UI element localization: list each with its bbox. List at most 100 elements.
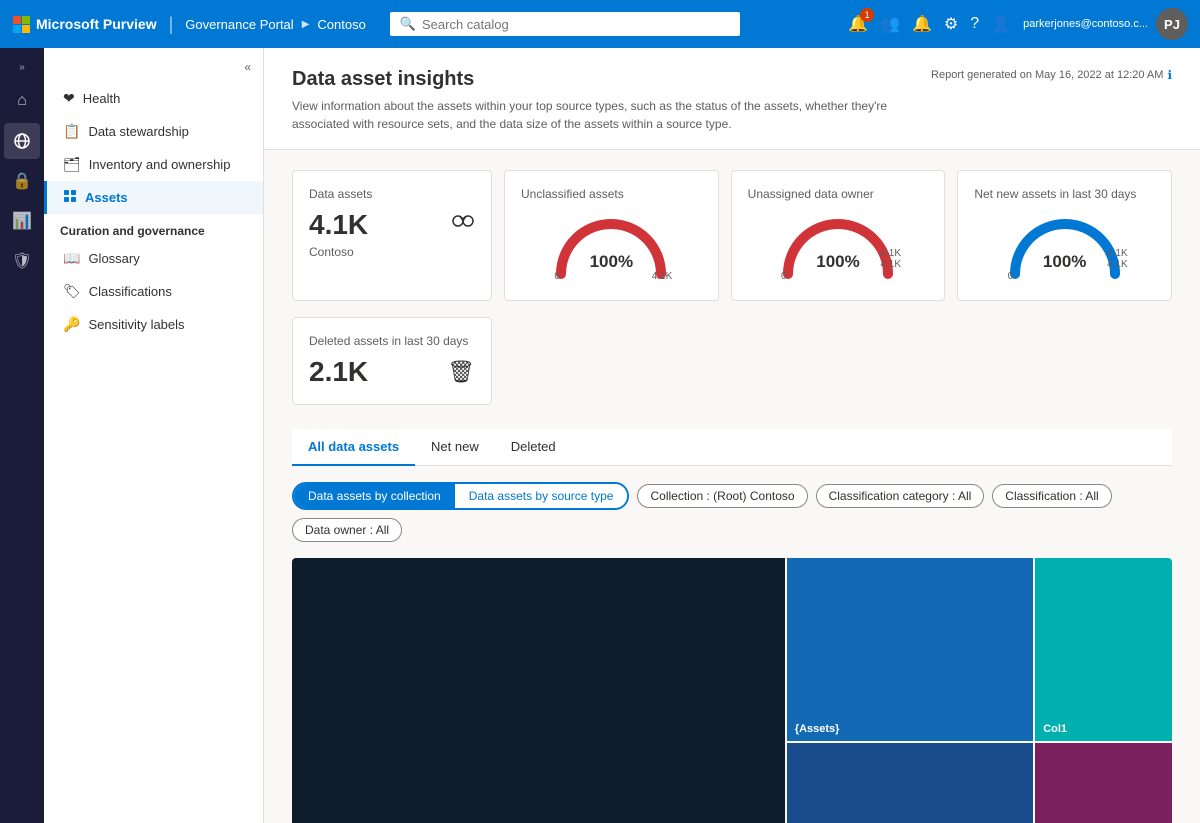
classifications-icon: 🏷 — [63, 283, 81, 300]
feedback-icon[interactable]: 👤 — [991, 14, 1011, 34]
page-description: View information about the assets within… — [292, 97, 931, 133]
netnew-gauge-card: Net new assets in last 30 days 100% 0 4.… — [957, 170, 1172, 301]
netnew-gauge-svg — [1000, 209, 1130, 284]
breadcrumb-chevron: ▶ — [302, 19, 310, 30]
rail-expand-button[interactable]: » — [13, 56, 31, 79]
treemap-cell-mastercollection[interactable]: MasterCollection — [292, 558, 785, 823]
treemap-cell-col1[interactable]: Col1 — [1035, 558, 1172, 741]
unclassified-label: Unclassified assets — [521, 187, 624, 201]
data-stewardship-icon: 📋 — [63, 123, 80, 140]
curation-group-label: Curation and governance — [44, 214, 263, 242]
sidebar-item-assets[interactable]: Assets — [44, 181, 263, 214]
health-icon: ❤ — [63, 90, 75, 107]
classification-filter-chip[interactable]: Classification : All — [992, 484, 1111, 508]
tenant-label: Contoso — [317, 17, 365, 32]
user-info[interactable]: parkerjones@contoso.c... PJ — [1023, 8, 1188, 40]
portal-label: Governance Portal — [185, 17, 293, 32]
sidebar: « ❤ Health 📋 Data stewardship 🗂 Inventor… — [44, 48, 264, 823]
sidebar-item-sensitivity-labels[interactable]: 🔑 Sensitivity labels — [44, 308, 263, 341]
unassigned-min: 0 — [781, 271, 787, 282]
rail-catalog-icon[interactable] — [4, 123, 40, 159]
tab-all-data-assets[interactable]: All data assets — [292, 429, 415, 466]
assets-icon — [63, 189, 77, 206]
sidebar-inventory-label: Inventory and ownership — [89, 157, 231, 172]
sidebar-collapse-area: « — [44, 52, 263, 82]
netnew-max: 4.1K 4.1K — [1107, 248, 1128, 270]
rail-home-icon[interactable]: ⌂ — [4, 83, 40, 119]
content-area: Data assets 4.1K Contoso — [264, 150, 1200, 823]
rail-policy-icon[interactable]: 🔒 — [4, 163, 40, 199]
sidebar-item-health[interactable]: ❤ Health — [44, 82, 263, 115]
netnew-min: 0 — [1008, 271, 1014, 282]
sidebar-glossary-label: Glossary — [88, 251, 139, 266]
users-icon[interactable]: 👥 — [880, 14, 900, 34]
deleted-value: 2.1K — [309, 356, 368, 388]
treemap-cell-col2[interactable]: Col2 — [787, 743, 1033, 823]
sidebar-item-classifications[interactable]: 🏷 Classifications — [44, 275, 263, 308]
sidebar-item-inventory[interactable]: 🗂 Inventory and ownership — [44, 148, 263, 181]
help-icon[interactable]: ? — [970, 15, 979, 33]
info-icon[interactable]: ℹ — [1167, 68, 1172, 82]
main-content: Data asset insights View information abo… — [264, 48, 1200, 823]
unclassified-pct: 100% — [590, 252, 633, 272]
unclassified-max: 4.1K — [652, 271, 673, 282]
sidebar-classifications-label: Classifications — [89, 284, 172, 299]
top-navigation: Microsoft Purview | Governance Portal ▶ … — [0, 0, 1200, 48]
sidebar-item-glossary[interactable]: 📖 Glossary — [44, 242, 263, 275]
sidebar-health-label: Health — [83, 91, 121, 106]
unassigned-gauge-svg — [773, 209, 903, 284]
user-avatar[interactable]: PJ — [1156, 8, 1188, 40]
app-layout: » ⌂ 🔒 📊 🛡 « ❤ Health 📋 Data stewardship … — [0, 48, 1200, 823]
sidebar-assets-label: Assets — [85, 190, 128, 205]
user-email: parkerjones@contoso.c... — [1023, 18, 1148, 30]
sidebar-collapse-button[interactable]: « — [240, 56, 255, 78]
unassigned-pct: 100% — [816, 252, 859, 272]
data-assets-sub: Contoso — [309, 245, 475, 259]
classification-category-filter-chip[interactable]: Classification category : All — [816, 484, 985, 508]
glossary-icon: 📖 — [63, 250, 80, 267]
tab-net-new[interactable]: Net new — [415, 429, 495, 466]
notification-badge: 1 — [860, 8, 874, 22]
deleted-row: Deleted assets in last 30 days 2.1K 🗑 — [292, 317, 1172, 405]
treemap-chart[interactable]: MasterCollection {Assets} Col1 Col2 enti… — [292, 558, 1172, 823]
collection-filter-chip[interactable]: Collection : (Root) Contoso — [637, 484, 807, 508]
tab-bar: All data assets Net new Deleted — [292, 429, 1172, 466]
inventory-icon: 🗂 — [63, 156, 81, 173]
treemap-cell-entity2[interactable]: entitytestmove2 — [1035, 743, 1172, 823]
treemap-cell-assets[interactable]: {Assets} — [787, 558, 1033, 741]
tab-deleted[interactable]: Deleted — [495, 429, 572, 466]
unassigned-label: Unassigned data owner — [748, 187, 874, 201]
notification-icon[interactable]: 🔔 1 — [848, 14, 868, 34]
app-brand: Microsoft Purview — [12, 15, 157, 33]
catalog-svg — [13, 132, 31, 150]
alert-icon[interactable]: 🔔 — [912, 14, 932, 34]
sidebar-sensitivity-label: Sensitivity labels — [88, 317, 184, 332]
rail-admin-icon[interactable]: 🛡 — [4, 243, 40, 279]
rail-insights-icon[interactable]: 📊 — [4, 203, 40, 239]
sensitivity-icon: 🔑 — [63, 316, 80, 333]
nav-divider: | — [169, 14, 174, 35]
unclassified-gauge-card: Unclassified assets 100% 0 4.1K — [504, 170, 719, 301]
settings-icon[interactable]: ⚙ — [944, 14, 958, 34]
nav-icons: 🔔 1 👥 🔔 ⚙ ? 👤 parkerjones@contoso.c... P… — [848, 8, 1188, 40]
icon-rail: » ⌂ 🔒 📊 🛡 — [0, 48, 44, 823]
toggle-by-source[interactable]: Data assets by source type — [455, 484, 628, 508]
data-owner-filter-chip[interactable]: Data owner : All — [292, 518, 402, 542]
binoculars-icon — [451, 207, 475, 238]
search-input[interactable] — [422, 17, 730, 32]
page-header: Data asset insights View information abo… — [264, 48, 1200, 150]
sidebar-data-stewardship-label: Data stewardship — [88, 124, 188, 139]
filter-bar: Data assets by collection Data assets by… — [292, 482, 1172, 542]
brand-icon — [12, 15, 30, 33]
unassigned-gauge-card: Unassigned data owner 100% 0 4.1K 4.1K — [731, 170, 946, 301]
sidebar-item-data-stewardship[interactable]: 📋 Data stewardship — [44, 115, 263, 148]
data-assets-card: Data assets 4.1K Contoso — [292, 170, 492, 301]
search-box[interactable]: 🔍 — [390, 12, 740, 36]
data-assets-label: Data assets — [309, 187, 475, 201]
stat-cards-row: Data assets 4.1K Contoso — [292, 170, 1172, 301]
assets-svg — [63, 189, 77, 203]
netnew-pct: 100% — [1043, 252, 1086, 272]
toggle-by-collection[interactable]: Data assets by collection — [294, 484, 455, 508]
deleted-card: Deleted assets in last 30 days 2.1K 🗑 — [292, 317, 492, 405]
deleted-label: Deleted assets in last 30 days — [309, 334, 475, 348]
